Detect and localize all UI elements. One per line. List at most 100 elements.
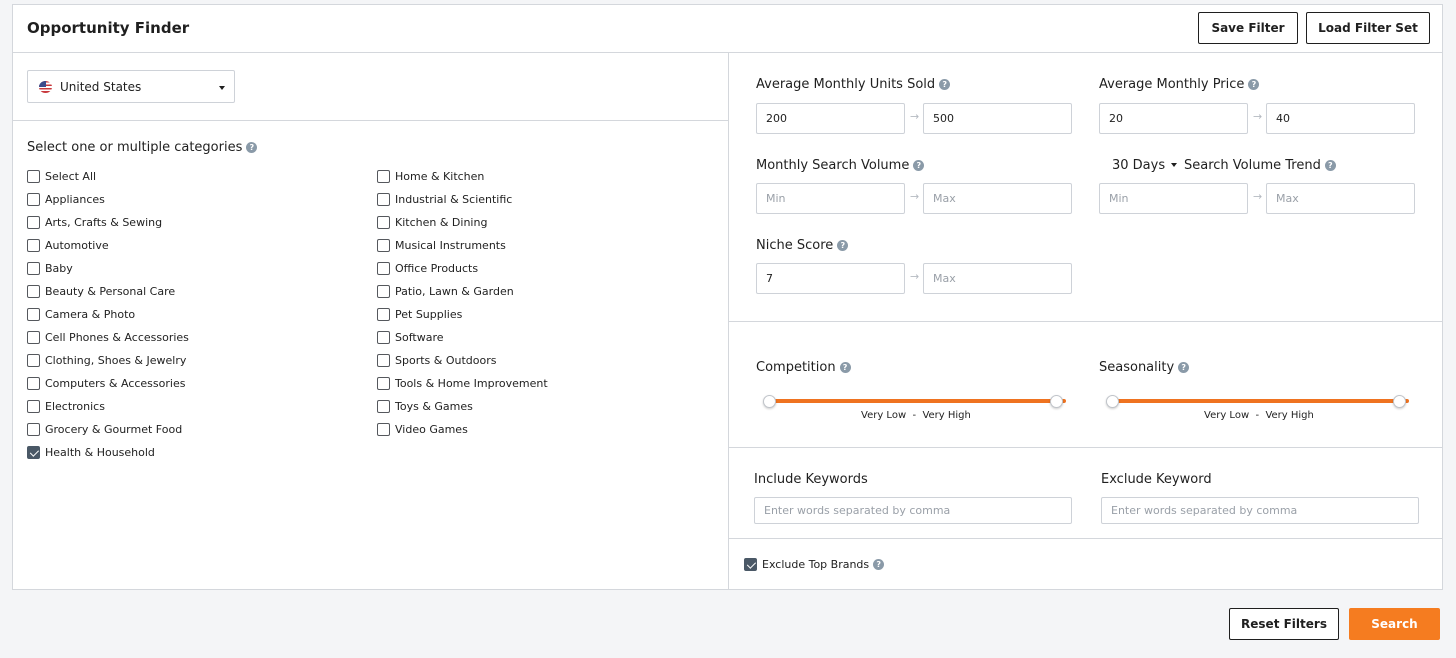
category-item[interactable]: Video Games	[377, 423, 548, 446]
checkbox[interactable]	[27, 170, 40, 183]
checkbox[interactable]	[377, 377, 390, 390]
checkbox[interactable]	[27, 423, 40, 436]
checkbox[interactable]	[377, 331, 390, 344]
checkbox[interactable]	[377, 423, 390, 436]
checkbox[interactable]	[377, 308, 390, 321]
category-item[interactable]: Camera & Photo	[27, 308, 189, 331]
checkbox[interactable]	[377, 170, 390, 183]
checkbox[interactable]	[27, 308, 40, 321]
category-item[interactable]: Select All	[27, 170, 189, 193]
help-icon[interactable]: ?	[246, 142, 258, 153]
save-filter-button[interactable]: Save Filter	[1198, 12, 1298, 44]
checkbox[interactable]	[377, 354, 390, 367]
checkbox[interactable]	[377, 262, 390, 275]
category-item[interactable]: Toys & Games	[377, 400, 548, 423]
seasonality-slider-max-handle[interactable]	[1393, 395, 1406, 408]
category-item[interactable]: Beauty & Personal Care	[27, 285, 189, 308]
exclude-top-brands-checkbox[interactable]: Exclude Top Brands?	[744, 558, 885, 571]
category-item[interactable]: Office Products	[377, 262, 548, 285]
seasonality-slider-track[interactable]	[1117, 399, 1409, 403]
category-item[interactable]: Home & Kitchen	[377, 170, 548, 193]
category-item[interactable]: Industrial & Scientific	[377, 193, 548, 216]
arrow-right-icon: →	[910, 270, 920, 283]
units-sold-min-input[interactable]	[756, 103, 905, 134]
checkbox[interactable]	[27, 331, 40, 344]
category-item[interactable]: Software	[377, 331, 548, 354]
category-label: Camera & Photo	[45, 308, 136, 321]
checkbox[interactable]	[27, 239, 40, 252]
category-item[interactable]: Sports & Outdoors	[377, 354, 548, 377]
help-icon[interactable]: ?	[913, 160, 925, 171]
checkbox[interactable]	[27, 400, 40, 413]
category-item[interactable]: Musical Instruments	[377, 239, 548, 262]
category-item[interactable]: Appliances	[27, 193, 189, 216]
category-item[interactable]: Computers & Accessories	[27, 377, 189, 400]
competition-slider-min-handle[interactable]	[763, 395, 776, 408]
search-button[interactable]: Search	[1349, 608, 1440, 640]
search-trend-max-input[interactable]	[1266, 183, 1415, 214]
help-icon[interactable]: ?	[837, 240, 849, 251]
category-label: Grocery & Gourmet Food	[45, 423, 183, 436]
checkbox[interactable]	[27, 193, 40, 206]
checkbox[interactable]	[377, 400, 390, 413]
checkbox-checked[interactable]	[27, 446, 40, 459]
help-icon[interactable]: ?	[939, 79, 951, 90]
page-title: Opportunity Finder	[27, 19, 190, 37]
range-high-text: Very High	[922, 410, 971, 421]
load-filter-set-button[interactable]: Load Filter Set	[1306, 12, 1430, 44]
checkbox[interactable]	[27, 216, 40, 229]
checkbox[interactable]	[27, 377, 40, 390]
reset-filters-button[interactable]: Reset Filters	[1229, 608, 1339, 640]
category-item[interactable]: Grocery & Gourmet Food	[27, 423, 189, 446]
category-item[interactable]: Kitchen & Dining	[377, 216, 548, 239]
search-volume-max-input[interactable]	[923, 183, 1072, 214]
categories-heading: Select one or multiple categories?	[27, 140, 258, 155]
chevron-down-icon	[1171, 163, 1178, 167]
chevron-down-icon	[219, 86, 225, 90]
trend-period-dropdown[interactable]: 30 Days	[1112, 158, 1178, 173]
help-icon[interactable]: ?	[1324, 160, 1336, 171]
checkbox-checked[interactable]	[744, 558, 757, 571]
category-label: Pet Supplies	[395, 308, 463, 321]
competition-slider-track[interactable]	[774, 399, 1066, 403]
checkbox[interactable]	[377, 216, 390, 229]
exclude-keyword-input[interactable]	[1101, 497, 1419, 524]
price-min-input[interactable]	[1099, 103, 1248, 134]
search-trend-min-input[interactable]	[1099, 183, 1248, 214]
checkbox[interactable]	[377, 285, 390, 298]
seasonality-slider-min-handle[interactable]	[1106, 395, 1119, 408]
category-item[interactable]: Electronics	[27, 400, 189, 423]
country-select[interactable]: United States	[27, 70, 235, 103]
category-item[interactable]: Baby	[27, 262, 189, 285]
category-item[interactable]: Arts, Crafts & Sewing	[27, 216, 189, 239]
category-item[interactable]: Health & Household	[27, 446, 189, 469]
help-icon[interactable]: ?	[839, 362, 851, 373]
search-volume-min-input[interactable]	[756, 183, 905, 214]
category-label: Toys & Games	[395, 400, 473, 413]
category-item[interactable]: Clothing, Shoes & Jewelry	[27, 354, 189, 377]
help-icon[interactable]: ?	[1248, 79, 1260, 90]
category-item[interactable]: Patio, Lawn & Garden	[377, 285, 548, 308]
competition-slider-max-handle[interactable]	[1050, 395, 1063, 408]
seasonality-range-text: Very Low - Very High	[1204, 410, 1314, 421]
checkbox[interactable]	[27, 354, 40, 367]
category-item[interactable]: Pet Supplies	[377, 308, 548, 331]
checkbox[interactable]	[377, 239, 390, 252]
niche-score-min-input[interactable]	[756, 263, 905, 294]
include-keywords-input[interactable]	[754, 497, 1072, 524]
checkbox[interactable]	[377, 193, 390, 206]
checkbox[interactable]	[27, 262, 40, 275]
checkbox[interactable]	[27, 285, 40, 298]
category-item[interactable]: Tools & Home Improvement	[377, 377, 548, 400]
search-trend-label: Search Volume Trend?	[1184, 158, 1336, 173]
category-item[interactable]: Cell Phones & Accessories	[27, 331, 189, 354]
trend-period-value: 30 Days	[1112, 158, 1166, 173]
category-label: Tools & Home Improvement	[395, 377, 548, 390]
units-sold-label: Average Monthly Units Sold?	[756, 77, 951, 92]
units-sold-max-input[interactable]	[923, 103, 1072, 134]
category-item[interactable]: Automotive	[27, 239, 189, 262]
help-icon[interactable]: ?	[1178, 362, 1190, 373]
help-icon[interactable]: ?	[873, 559, 885, 570]
price-max-input[interactable]	[1266, 103, 1415, 134]
niche-score-max-input[interactable]	[923, 263, 1072, 294]
